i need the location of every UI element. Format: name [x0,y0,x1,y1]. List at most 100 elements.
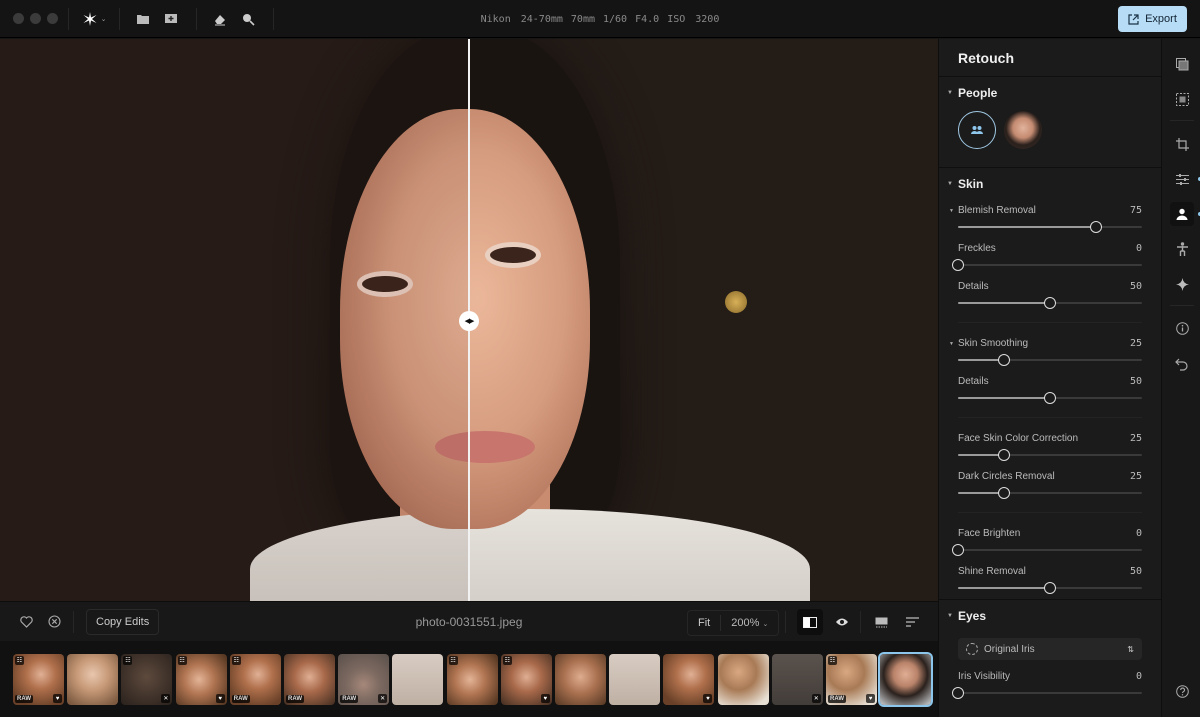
slider-track[interactable] [958,221,1142,233]
slider-knob[interactable] [1044,582,1056,594]
body-button[interactable] [1170,237,1194,261]
heart-icon: ♥ [866,694,875,703]
slider-knob[interactable] [952,544,964,556]
masking-button[interactable] [1170,87,1194,111]
slider-iris-visibility[interactable]: Iris Visibility 0 [939,666,1161,704]
split-compare-button[interactable] [797,609,823,635]
slider-knob[interactable] [998,449,1010,461]
slider-dark-circles-removal[interactable]: Dark Circles Removal 25 [939,466,1161,504]
open-folder-button[interactable] [130,7,156,31]
adjust-button[interactable] [1170,167,1194,191]
slider-track[interactable] [958,582,1142,594]
slider-details[interactable]: Details 50 [939,276,1161,314]
slider-value: 75 [1129,205,1142,216]
help-button[interactable] [1170,679,1194,703]
window-minimize-button[interactable] [30,13,41,24]
filmstrip-thumbnail[interactable]: ☷ ♥ [500,654,552,705]
export-icon [1128,13,1139,25]
people-section-header[interactable]: ▼ People [939,77,1161,109]
image-info-button[interactable] [868,609,894,635]
sort-button[interactable] [899,609,925,635]
export-button[interactable]: Export [1118,6,1187,32]
window-zoom-button[interactable] [47,13,58,24]
slider-track[interactable] [952,259,1142,271]
filmstrip[interactable]: ☷ RAW ♥ ☷ ✕ ☷ ♥ ☷ RAW RAW RAW ✕ ☷ ☷ ♥ ♥ ✕ ☷ RAW ♥ [0,641,938,717]
filmstrip-thumbnail[interactable]: ♥ [663,654,715,705]
favorite-button[interactable] [13,609,39,635]
skin-section-header[interactable]: ▼ Skin [939,168,1161,200]
zoom-tool-button[interactable] [233,7,263,31]
drag-arrows-icon: ◀▶ [464,318,475,325]
slider-details[interactable]: Details 50 [939,371,1161,409]
reject-button[interactable] [41,609,67,635]
face-avatar[interactable] [1004,111,1042,149]
window-close-button[interactable] [13,13,24,24]
preview-toggle-button[interactable] [829,609,855,635]
filmstrip-thumbnail[interactable] [392,654,444,705]
filmstrip-thumbnail[interactable] [555,654,606,705]
slider-track[interactable] [958,487,1142,499]
filmstrip-thumbnail[interactable]: ☷ ♥ [175,654,227,705]
filmstrip-thumbnail[interactable] [717,654,769,705]
eyes-section-header[interactable]: ▼ Eyes [939,600,1161,632]
raw-badge: RAW [828,695,846,703]
crop-button[interactable] [1170,132,1194,156]
filmstrip-thumbnail[interactable] [67,654,119,705]
rail-divider [1170,305,1194,306]
slider-track[interactable] [952,687,1142,699]
presets-button[interactable] [1170,52,1194,76]
filmstrip-thumbnail[interactable] [880,654,932,705]
ai-sparkle-menu-button[interactable]: ⌄ [79,7,109,31]
slider-face-skin-color-correction[interactable]: Face Skin Color Correction 25 [939,428,1161,466]
filmstrip-thumbnail[interactable]: ☷ RAW ♥ [13,654,64,705]
iris-style-select[interactable]: Original Iris ⇅ [958,638,1142,660]
filmstrip-thumbnail[interactable]: ☷ ✕ [121,654,173,705]
slider-knob[interactable] [1090,221,1102,233]
compare-handle[interactable]: ◀▶ [459,311,479,331]
raw-badge: RAW [340,695,359,703]
history-button[interactable] [1170,352,1194,376]
eraser-button[interactable] [207,7,233,31]
slider-knob[interactable] [998,487,1010,499]
exif-focal-length: 70mm [570,13,595,25]
caret-down-icon: ▼ [947,181,953,187]
slider-skin-smoothing[interactable]: ▼ Skin Smoothing 25 [939,333,1161,371]
slider-knob[interactable] [1044,297,1056,309]
retouch-button[interactable] [1170,202,1194,226]
slider-label: Blemish Removal [958,205,1036,216]
slider-freckles[interactable]: Freckles 0 [939,238,1161,276]
slider-track[interactable] [958,392,1142,404]
filmstrip-thumbnail[interactable]: RAW ✕ [338,654,390,705]
slider-track[interactable] [958,297,1142,309]
slider-knob[interactable] [952,259,964,271]
caret-down-icon[interactable]: ▼ [949,208,954,214]
slider-knob[interactable] [1044,392,1056,404]
filmstrip-thumbnail[interactable] [609,654,661,705]
filmstrip-thumbnail[interactable]: RAW [284,654,335,705]
slider-shine-removal[interactable]: Shine Removal 50 [939,561,1161,599]
filmstrip-thumbnail[interactable]: ☷ RAW [229,654,281,705]
all-people-button[interactable] [958,111,996,149]
slider-blemish-removal[interactable]: ▼ Blemish Removal 75 [939,200,1161,238]
raw-badge: RAW [15,695,33,703]
slider-face-brighten[interactable]: Face Brighten 0 [939,523,1161,561]
filmstrip-thumbnail[interactable]: ✕ [771,654,823,705]
zoom-level-dropdown[interactable]: 200% ⌄ [721,617,778,629]
ai-enhance-button[interactable] [1170,272,1194,296]
caret-down-icon[interactable]: ▼ [949,341,954,347]
filmstrip-thumbnail[interactable]: ☷ RAW ♥ [826,654,877,705]
fit-button[interactable]: Fit [688,615,722,631]
copy-edits-button[interactable]: Copy Edits [86,608,160,635]
slider-track[interactable] [958,354,1142,366]
filmstrip-thumbnail[interactable]: ☷ [446,654,498,705]
slider-knob[interactable] [998,354,1010,366]
import-button[interactable] [156,7,186,31]
slider-knob[interactable] [952,687,964,699]
people-section-label: People [958,86,998,100]
photo-canvas[interactable]: ◀▶ [0,39,938,601]
slider-label: Face Brighten [958,528,1021,539]
info-button[interactable] [1170,316,1194,340]
edited-badge-icon: ☷ [502,656,512,665]
slider-track[interactable] [952,544,1142,556]
slider-track[interactable] [958,449,1142,461]
